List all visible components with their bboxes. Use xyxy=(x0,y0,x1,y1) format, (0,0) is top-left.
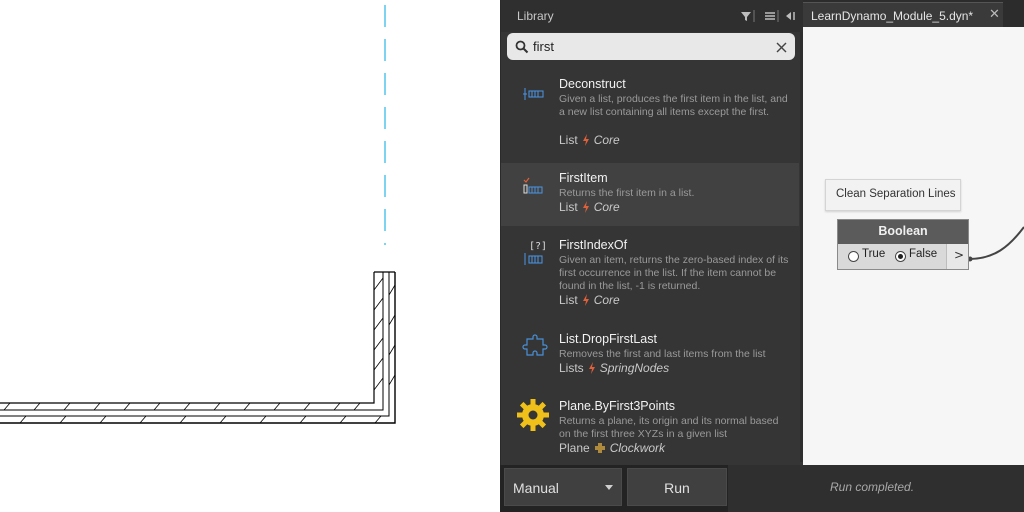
bolt-icon xyxy=(588,362,595,374)
result-name: FirstItem xyxy=(559,171,608,185)
result-name: Plane.ByFirst3Points xyxy=(559,399,676,413)
list-view-icon[interactable] xyxy=(763,8,777,22)
library-header: Library xyxy=(501,0,804,32)
run-mode-label: Manual xyxy=(513,480,559,496)
result-meta: List Core xyxy=(559,133,620,147)
collapse-panel-icon[interactable] xyxy=(783,8,797,22)
result-description: Returns the first item in a list. xyxy=(559,187,695,199)
search-result-list-dropfirstlast[interactable]: List.DropFirstLast Removes the first and… xyxy=(501,325,799,387)
note-text: Clean Separation Lines xyxy=(836,188,956,200)
result-meta: List Core xyxy=(559,200,620,214)
result-name: FirstIndexOf xyxy=(559,238,628,252)
chevron-down-icon xyxy=(605,485,613,490)
result-description: Removes the first and last items from th… xyxy=(559,348,766,360)
true-radio-label: True xyxy=(862,248,886,260)
search-input[interactable] xyxy=(533,37,763,56)
wall-hatching-vertical xyxy=(373,277,396,391)
filter-icon[interactable] xyxy=(739,8,753,22)
output-port[interactable]: > xyxy=(946,244,968,269)
clear-search-icon[interactable] xyxy=(775,39,788,58)
tab-bar: LearnDynamo_Module_5.dyn* ✕ xyxy=(803,0,1024,27)
connector-wire[interactable] xyxy=(969,187,1024,267)
wall-section-drawing xyxy=(0,5,396,424)
custom-node-icon xyxy=(521,333,549,361)
result-description: Given an item, returns the zero-based in… xyxy=(559,254,789,292)
search-result-plane-byfirst3points[interactable]: Plane.ByFirst3Points Returns a plane, it… xyxy=(501,392,799,462)
wall-outer-line xyxy=(0,272,396,424)
result-category: List xyxy=(559,200,578,214)
result-name: Deconstruct xyxy=(559,77,626,91)
result-meta: Plane Clockwork xyxy=(559,441,665,455)
boolean-node[interactable]: Boolean True False > xyxy=(837,219,969,270)
result-category: Plane xyxy=(559,441,590,455)
false-radio[interactable] xyxy=(895,251,906,262)
run-controls: Manual Run xyxy=(500,465,728,512)
gear-icon xyxy=(516,398,550,432)
node-header[interactable]: Boolean xyxy=(838,220,968,244)
list-first-item-icon xyxy=(521,175,549,203)
run-mode-dropdown[interactable]: Manual xyxy=(504,468,622,506)
result-category: List xyxy=(559,293,578,307)
wall-inner-line xyxy=(0,272,375,404)
result-library: Core xyxy=(593,200,620,214)
package-icon xyxy=(594,443,605,453)
result-name: List.DropFirstLast xyxy=(559,332,657,346)
close-tab-icon[interactable]: ✕ xyxy=(989,7,1000,22)
result-category: Lists xyxy=(559,361,584,375)
result-library: Core xyxy=(593,133,620,147)
search-result-deconstruct[interactable]: Deconstruct Given a list, produces the f… xyxy=(501,66,799,156)
bolt-icon xyxy=(582,134,589,146)
drafting-view[interactable] xyxy=(0,0,500,512)
result-library: Clockwork xyxy=(609,441,666,455)
tab-label: LearnDynamo_Module_5.dyn* xyxy=(811,9,974,23)
bolt-icon xyxy=(582,201,589,213)
search-result-firstitem[interactable]: FirstItem Returns the first item in a li… xyxy=(501,163,799,226)
wall-middle-line xyxy=(0,272,384,411)
graph-canvas[interactable]: Clean Separation Lines Boolean True Fals… xyxy=(803,27,1024,465)
search-result-firstindexof[interactable]: [?] FirstIndexOf Given an item, returns … xyxy=(501,230,799,320)
run-button[interactable]: Run xyxy=(627,468,727,506)
search-box[interactable] xyxy=(507,33,795,60)
tab-workspace[interactable]: LearnDynamo_Module_5.dyn* ✕ xyxy=(803,2,1003,27)
run-status: Run completed. xyxy=(830,480,915,494)
run-button-label: Run xyxy=(664,480,690,496)
output-port-label: > xyxy=(954,248,965,262)
run-bar: Manual Run Run completed. xyxy=(500,465,1024,512)
list-deconstruct-icon xyxy=(521,80,549,108)
wall-hatching-horizontal xyxy=(3,402,382,424)
bolt-icon xyxy=(582,294,589,306)
separator-2 xyxy=(777,8,779,22)
result-library: Core xyxy=(593,293,620,307)
library-panel: Library first Deconstruct Given a list, … xyxy=(500,0,804,465)
search-icon xyxy=(515,39,529,58)
result-description: Returns a plane, its origin and its norm… xyxy=(559,415,779,440)
true-radio[interactable] xyxy=(848,251,859,262)
node-title: Boolean xyxy=(878,224,928,238)
canvas-note[interactable]: Clean Separation Lines xyxy=(825,179,961,211)
svg-text:[?]: [?] xyxy=(529,241,547,252)
result-category: List xyxy=(559,133,578,147)
false-radio-label: False xyxy=(909,248,938,260)
separator xyxy=(753,8,755,22)
result-library: SpringNodes xyxy=(599,361,670,375)
library-title: Library xyxy=(517,9,554,23)
wall-middle-line-2 xyxy=(0,272,390,417)
list-index-of-icon: [?] xyxy=(521,238,549,266)
result-meta: Lists SpringNodes xyxy=(559,361,669,375)
result-meta: List Core xyxy=(559,293,620,307)
result-description: Given a list, produces the first item in… xyxy=(559,93,788,118)
